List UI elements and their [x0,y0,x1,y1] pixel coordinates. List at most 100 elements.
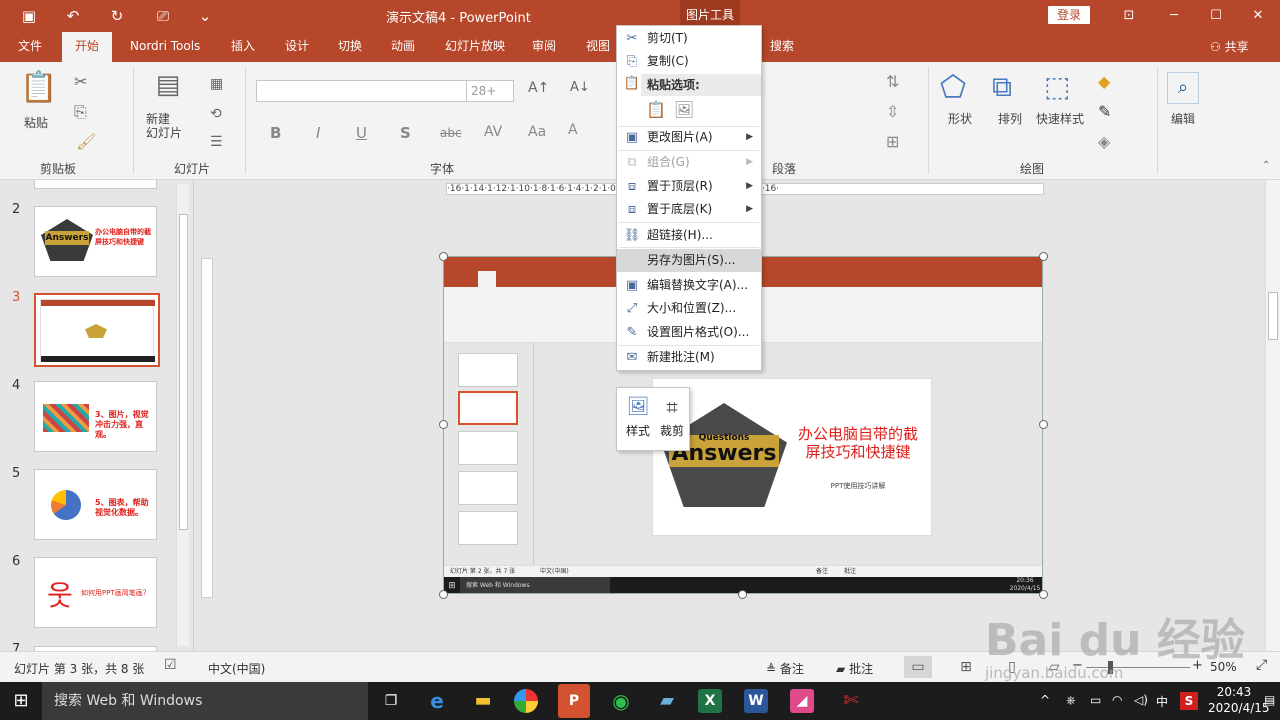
notification-icon[interactable]: ▤ [1264,693,1275,707]
decrease-font-icon[interactable]: A↓ [570,80,590,95]
strikethrough-button[interactable]: abc [440,126,462,140]
normal-view-icon[interactable]: ▭ [904,656,932,678]
notes-button[interactable]: ≜ 备注 [766,660,804,677]
layout-icon[interactable]: ▦ [210,76,223,92]
menu-item-edit-alt-text[interactable]: ▣ 编辑替换文字(A)... [617,274,761,297]
align-text-icon[interactable]: ⇳ [886,102,899,121]
shapes-icon[interactable]: ⬠ [940,70,966,105]
battery-icon[interactable]: ▭ [1090,693,1101,707]
tab-file[interactable]: 文件 [14,32,46,62]
section-icon[interactable]: ☰ [210,134,223,150]
resize-handle[interactable] [1039,590,1048,599]
paste-icon[interactable]: 📋 [20,70,57,110]
sogou-ime-icon[interactable]: S [1180,692,1198,710]
underline-button[interactable]: U [356,124,367,142]
copy-icon[interactable]: ⎘ [74,102,87,122]
edge-icon[interactable]: e [422,686,452,716]
tab-slideshow[interactable]: 幻灯片放映 [441,32,509,62]
shape-fill-icon[interactable]: ◆ [1098,72,1110,91]
slide-thumbnail-1[interactable] [34,180,157,189]
notes-app-icon[interactable]: ▰ [652,686,682,716]
task-view-icon[interactable]: ❐ [376,686,406,716]
taskbar-search[interactable]: 搜索 Web 和 Windows [42,682,368,720]
tab-insert[interactable]: 插入 [227,32,259,62]
ime-indicator[interactable]: 中 [1156,693,1168,710]
scrollbar-thumb[interactable] [179,214,188,530]
menu-item-format-picture[interactable]: ✎ 设置图片格式(O)... [617,321,761,344]
scrollbar-thumb[interactable] [1268,292,1278,340]
italic-button[interactable]: I [316,124,320,142]
menu-item-hyperlink[interactable]: ⛓ 超链接(H)... [617,224,761,247]
photo-app-icon[interactable]: ◢ [790,689,814,713]
volume-icon[interactable]: ◁) [1134,693,1148,707]
font-name-input[interactable] [256,80,468,102]
paste-keep-format-icon[interactable]: 📋 [645,98,667,122]
file-explorer-icon[interactable]: ▬ [468,686,498,716]
bold-button[interactable]: B [270,124,281,142]
smartart-icon[interactable]: ⊞ [886,132,899,151]
redo-icon[interactable]: ↻ [106,6,128,26]
quick-styles-icon[interactable]: ⬚ [1044,70,1070,103]
reset-icon[interactable]: ⟲ [210,106,222,122]
shapes-label[interactable]: 形状 [948,110,972,127]
resize-handle[interactable] [439,590,448,599]
comments-button[interactable]: ▰ 批注 [836,660,873,677]
tab-home[interactable]: 开始 [62,32,112,62]
new-slide-label[interactable]: 新建 幻灯片 [146,112,186,140]
slideshow-icon[interactable]: ⎚ [152,6,174,26]
menu-item-save-as-picture[interactable]: 另存为图片(S)... [617,249,761,272]
resize-handle[interactable] [738,590,747,599]
powerpoint-icon[interactable]: P [558,684,590,718]
tab-review[interactable]: 审阅 [528,32,560,62]
increase-font-icon[interactable]: A↑ [528,80,549,96]
menu-item-copy[interactable]: ⎘ 复制(C) [617,50,761,73]
save-icon[interactable]: ▣ [18,6,40,26]
excel-icon[interactable]: X [698,689,722,713]
maximize-icon[interactable]: ☐ [1204,6,1228,26]
snipping-tool-icon[interactable]: ✄ [836,686,866,716]
menu-item-cut[interactable]: ✂ 剪切(T) [617,27,761,50]
slide-thumbnail-6[interactable]: 웃 如何用PPT画简笔画？ [34,557,157,628]
thumbnail-scrollbar[interactable] [176,184,189,646]
format-painter-icon[interactable]: 🖌 [76,132,96,151]
editing-label[interactable]: 编辑 [1171,110,1195,127]
slide-thumbnail-3[interactable] [34,293,160,367]
word-icon[interactable]: W [744,689,768,713]
change-case-button[interactable]: Aa [528,124,546,140]
resize-handle[interactable] [1039,252,1048,261]
arrange-icon[interactable]: ⧉ [992,70,1012,104]
tab-design[interactable]: 设计 [281,32,313,62]
wechat-icon[interactable]: ◉ [606,686,636,716]
slide-thumbnail-2[interactable]: Answers 办公电脑自带的截屏技巧和快捷键 [34,206,157,277]
ribbon-display-icon[interactable]: ⊡ [1117,6,1141,26]
cut-icon[interactable]: ✂ [74,72,87,91]
tab-animations[interactable]: 动画 [387,32,419,62]
wifi-icon[interactable]: ◠ [1112,693,1122,707]
resize-handle[interactable] [439,420,448,429]
slide-sorter-icon[interactable]: ⊞ [952,656,980,678]
arrange-label[interactable]: 排列 [998,110,1022,127]
resize-handle[interactable] [1039,420,1048,429]
font-size-input[interactable]: 28+ [466,80,514,102]
find-icon[interactable]: ⌕ [1167,72,1199,104]
minimize-icon[interactable]: ─ [1162,6,1186,26]
menu-item-new-comment[interactable]: ✉ 新建批注(M) [617,346,761,369]
undo-icon[interactable]: ↶ [62,6,84,26]
shape-effects-icon[interactable]: ◈ [1098,132,1110,151]
menu-item-bring-to-front[interactable]: ⧈ 置于顶层(R) ▶ [617,175,761,198]
show-hidden-icons[interactable]: ^ [1040,693,1050,707]
style-button[interactable]: 🖼 样式 [623,392,653,448]
fit-slide-icon[interactable]: ⤢ [1256,657,1267,673]
editor-scrollbar[interactable] [1265,180,1280,651]
tab-view[interactable]: 视图 [582,32,614,62]
crop-button[interactable]: ⌗ 裁剪 [657,392,687,448]
network-icon[interactable]: ⎈ [1066,693,1076,708]
shape-outline-icon[interactable]: ✎ [1098,102,1111,121]
close-icon[interactable]: ✕ [1246,6,1270,26]
taskbar-clock[interactable]: 20:43 2020/4/15 [1208,684,1270,716]
tab-nordri-tools[interactable]: Nordri Tools [126,32,204,62]
quick-styles-label[interactable]: 快速样式 [1036,110,1084,127]
char-spacing-button[interactable]: AV [484,124,502,140]
new-slide-icon[interactable]: ▤ [150,70,186,110]
spellcheck-icon[interactable]: ☑ [164,657,177,673]
